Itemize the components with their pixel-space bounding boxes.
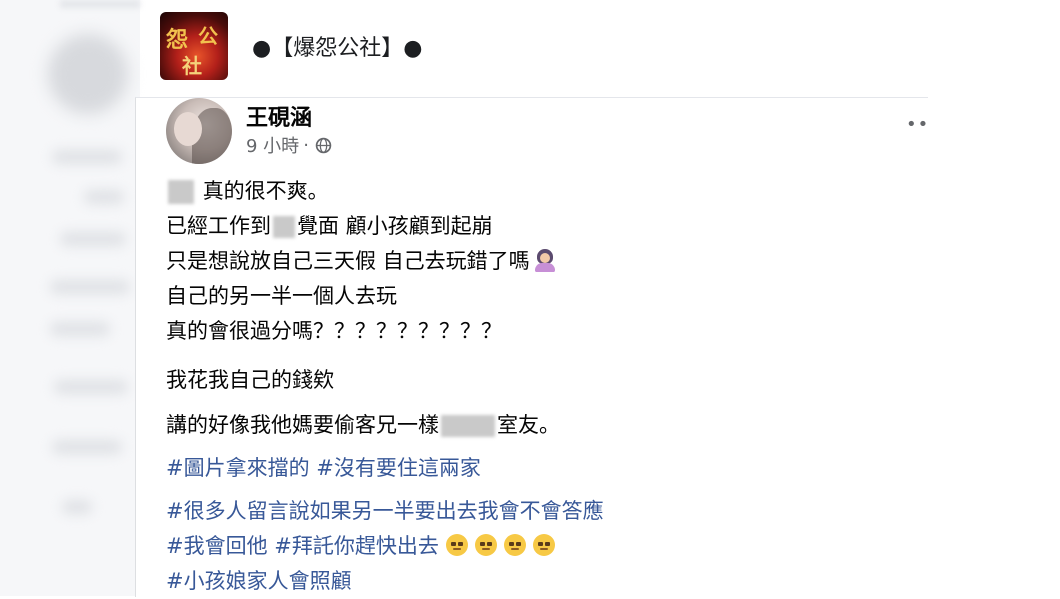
- group-name[interactable]: ●【爆怨公社】●: [252, 30, 422, 62]
- hashtag-line[interactable]: #小孩娘家人會照顧: [166, 564, 906, 599]
- rolling-eyes-emoji-icon: [474, 534, 497, 556]
- post-line: 已經工作到 覺面 顧小孩顧到起崩: [166, 209, 906, 244]
- logo-glyph: 社: [182, 54, 202, 78]
- background-fade: [60, 0, 140, 8]
- author-name[interactable]: 王硯涵: [246, 100, 312, 132]
- hashtag-text[interactable]: #我會回他 #拜託你趕快出去: [166, 534, 439, 558]
- rolling-eyes-emoji-icon: [532, 534, 555, 556]
- post-meta: 9 小時 ·: [246, 132, 332, 158]
- post-text: 覺面 顧小孩顧到起崩: [297, 214, 493, 238]
- post-text: 真的很不爽。: [202, 179, 329, 203]
- background-feed: [0, 0, 140, 596]
- post-line: 真的會很過分嗎？？？？？？？？？: [166, 319, 502, 343]
- hashtag-line[interactable]: #圖片拿來擋的 #沒有要住這兩家: [166, 451, 906, 486]
- post-time[interactable]: 9 小時: [246, 132, 299, 158]
- post-card: 王硯涵 9 小時 · •• 真的很不爽。 已經工作到 覺面 顧小孩顧到起崩 只是想…: [135, 97, 928, 597]
- hashtag-line-with-emoji: #我會回他 #拜託你趕快出去: [166, 529, 906, 564]
- post-line: 我花我自己的錢欸: [166, 368, 334, 392]
- redacted-text: [441, 415, 495, 437]
- logo-glyph: 公: [198, 24, 218, 48]
- post-line: 講的好像我他媽要偷客兄一樣 室友。: [166, 408, 906, 443]
- redacted-text: [273, 216, 295, 238]
- meta-separator: ·: [303, 134, 309, 156]
- hashtag-line[interactable]: #很多人留言說如果另一半要出去我會不會答應: [166, 494, 906, 529]
- redacted-text: [168, 180, 194, 204]
- rolling-eyes-emoji-icon: [445, 534, 468, 556]
- group-header[interactable]: 怨 公 社 ●【爆怨公社】●: [160, 8, 422, 84]
- person-facepalm-emoji-icon: [534, 248, 556, 272]
- globe-icon[interactable]: [315, 137, 332, 154]
- post-line: 真的很不爽。: [166, 174, 906, 209]
- post-body: 真的很不爽。 已經工作到 覺面 顧小孩顧到起崩 只是想說放自己三天假 自己去玩錯了…: [166, 174, 906, 599]
- post-text: 講的好像我他媽要偷客兄一樣: [166, 413, 439, 437]
- post-text: 室友。: [497, 413, 560, 437]
- avatar[interactable]: [166, 98, 232, 164]
- post-text: 只是想說放自己三天假 自己去玩錯了嗎: [166, 249, 530, 273]
- post-line: 只是想說放自己三天假 自己去玩錯了嗎: [166, 244, 906, 279]
- more-options-button[interactable]: ••: [906, 114, 929, 135]
- post-line: 自己的另一半一個人去玩: [166, 284, 397, 308]
- post-text: 已經工作到: [166, 214, 271, 238]
- group-logo[interactable]: 怨 公 社: [160, 12, 228, 80]
- rolling-eyes-emoji-icon: [503, 534, 526, 556]
